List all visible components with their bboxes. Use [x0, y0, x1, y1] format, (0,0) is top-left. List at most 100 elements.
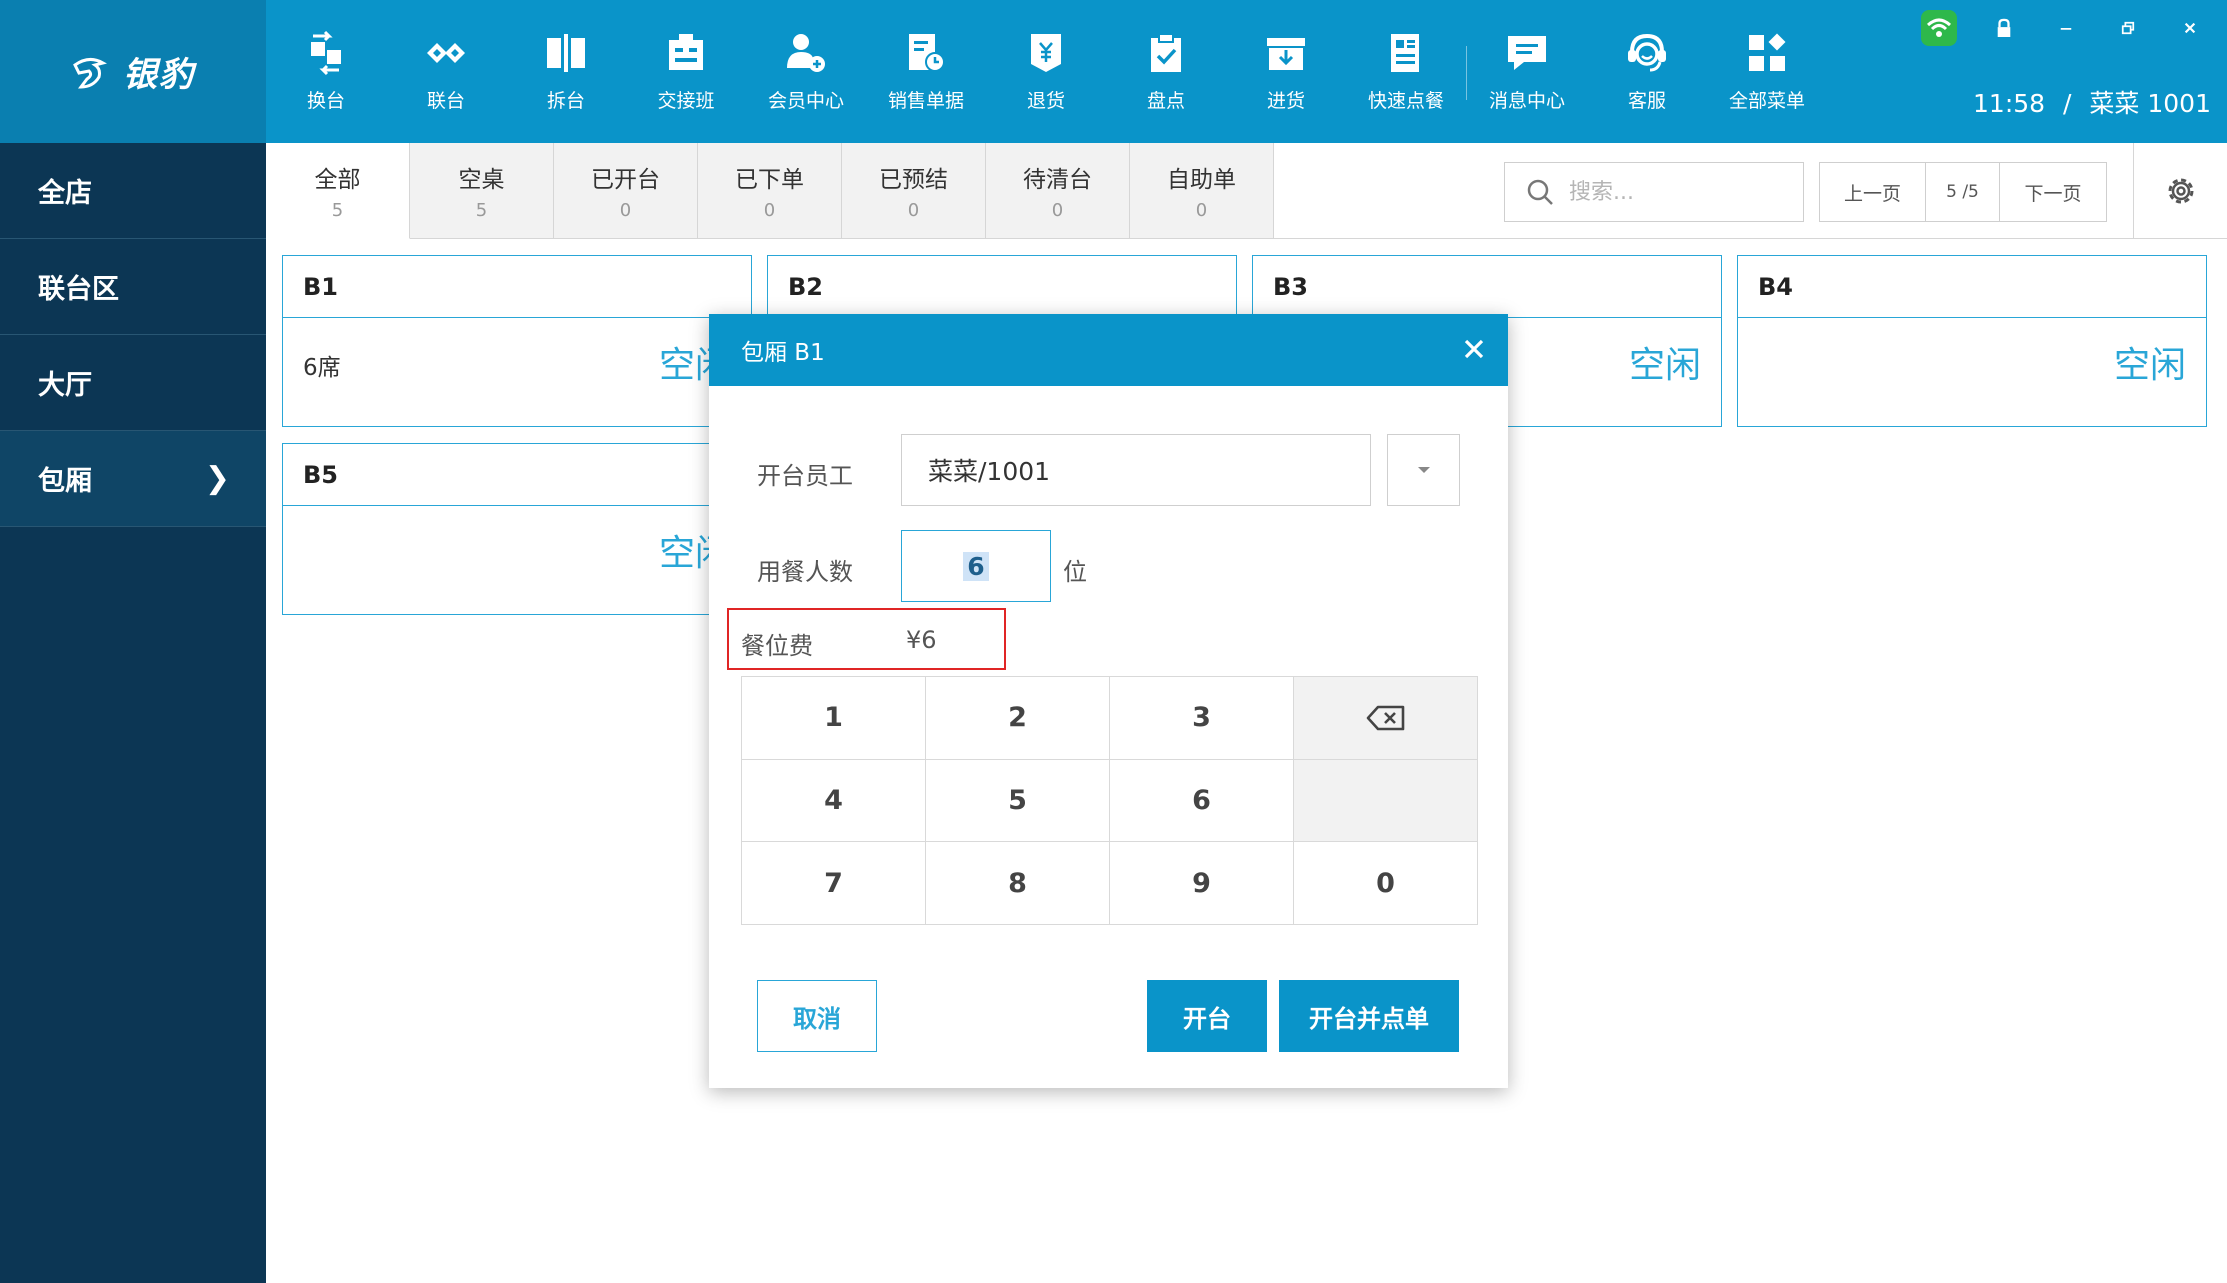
tool-label: 交接班 [657, 90, 715, 112]
sidebar-item-private-room[interactable]: 包厢 ❯ [0, 431, 266, 527]
tab-to-clear[interactable]: 待清台 0 [986, 143, 1130, 239]
restore-icon [2121, 21, 2135, 35]
message-center-button[interactable]: 消息中心 [1467, 0, 1587, 143]
tool-label: 盘点 [1146, 90, 1185, 112]
tab-count: 0 [907, 200, 920, 221]
shift-handover-button[interactable]: 交接班 [626, 0, 746, 143]
table-search [1504, 162, 1804, 222]
tool-label: 消息中心 [1488, 90, 1565, 112]
close-icon [1464, 339, 1484, 359]
key-9[interactable]: 9 [1110, 842, 1294, 925]
backspace-key[interactable] [1294, 677, 1478, 760]
dialog-close-button[interactable] [1462, 333, 1486, 367]
restore-button[interactable] [2113, 13, 2143, 43]
caret-down-icon [1417, 467, 1430, 473]
sidebar-item-linked-area[interactable]: 联台区 [0, 239, 266, 335]
table-card-body: 空闲 [283, 506, 751, 614]
table-name: B5 [283, 444, 751, 506]
stock-in-button[interactable]: 进货 [1226, 0, 1346, 143]
prev-page-button[interactable]: 上一页 [1820, 163, 1926, 221]
key-1[interactable]: 1 [742, 677, 926, 760]
key-5[interactable]: 5 [926, 759, 1110, 843]
top-bar: 银豹 换台 联台 拆台 交接班 会员中心 销售单据 退货 盘点 进货 快速点餐 … [0, 0, 2227, 143]
staff-dropdown-button[interactable] [1387, 434, 1460, 506]
sidebar-item-whole-store[interactable]: 全店 [0, 143, 266, 239]
customer-service-button[interactable]: 客服 [1587, 0, 1707, 143]
quick-order-button[interactable]: 快速点餐 [1346, 0, 1466, 143]
sales-receipt-button[interactable]: 销售单据 [866, 0, 986, 143]
return-goods-button[interactable]: 退货 [986, 0, 1106, 143]
guest-count-value: 6 [963, 551, 989, 581]
open-table-button[interactable]: 开台 [1147, 980, 1267, 1052]
tab-label: 已开台 [591, 167, 660, 193]
tab-prebilled[interactable]: 已预结 0 [842, 143, 986, 239]
cancel-button[interactable]: 取消 [757, 980, 877, 1052]
current-user: 菜菜 1001 [2089, 89, 2211, 118]
tab-count: 0 [1195, 200, 1208, 221]
tool-label: 进货 [1266, 90, 1305, 112]
message-center-icon [1508, 36, 1546, 70]
table-name: B3 [1253, 256, 1721, 318]
split-table-icon [547, 34, 585, 72]
status-filter-tabs: 全部 5 空桌 5 已开台 0 已下单 0 已预结 0 待清台 0 自助单 0 [266, 143, 1274, 239]
shift-handover-icon [669, 34, 703, 70]
inventory-check-button[interactable]: 盘点 [1106, 0, 1226, 143]
area-sidebar: 全店 联台区 大厅 包厢 ❯ [0, 143, 266, 1283]
guests-label: 用餐人数 [757, 558, 853, 586]
open-and-order-button[interactable]: 开台并点单 [1279, 980, 1459, 1052]
search-input[interactable] [1569, 179, 1789, 205]
tab-empty[interactable]: 空桌 5 [410, 143, 554, 239]
table-card-b1[interactable]: B1 6席 空闲 [282, 255, 752, 427]
swap-table-button[interactable]: 换台 [266, 0, 386, 143]
table-name: B2 [768, 256, 1236, 318]
tab-label: 全部 [314, 167, 361, 193]
swap-table-icon [311, 30, 341, 76]
all-menu-button[interactable]: 全部菜单 [1707, 0, 1827, 143]
guest-unit: 位 [1063, 558, 1087, 586]
tab-ordered[interactable]: 已下单 0 [698, 143, 842, 239]
key-4[interactable]: 4 [742, 759, 926, 843]
blank-key [1294, 759, 1478, 843]
staff-field[interactable]: 菜菜/1001 [901, 434, 1371, 506]
table-card-b4[interactable]: B4 空闲 [1737, 255, 2207, 427]
chevron-right-icon: ❯ [204, 461, 230, 496]
customer-service-icon [1628, 33, 1666, 72]
search-icon [1527, 179, 1553, 205]
settings-button[interactable] [2133, 143, 2227, 239]
tab-label: 待清台 [1023, 167, 1092, 193]
wifi-status[interactable] [1921, 10, 1957, 46]
close-window-button[interactable] [2175, 13, 2205, 43]
table-seats: 6席 [303, 355, 341, 381]
tab-self-service[interactable]: 自助单 0 [1130, 143, 1274, 239]
link-tables-button[interactable]: 联台 [386, 0, 506, 143]
minimize-button[interactable] [2051, 13, 2081, 43]
staff-value: 菜菜/1001 [928, 457, 1051, 486]
sidebar-item-hall[interactable]: 大厅 [0, 335, 266, 431]
lock-button[interactable] [1989, 13, 2019, 43]
next-page-button[interactable]: 下一页 [2000, 163, 2106, 221]
key-6[interactable]: 6 [1110, 759, 1294, 843]
time-user-display: 11:58 / 菜菜 1001 [1973, 84, 2211, 120]
stock-in-icon [1267, 38, 1305, 70]
sidebar-item-label: 包厢 [38, 466, 92, 497]
sidebar-item-label: 联台区 [38, 274, 119, 305]
member-center-button[interactable]: 会员中心 [746, 0, 866, 143]
key-3[interactable]: 3 [1110, 677, 1294, 760]
key-0[interactable]: 0 [1294, 842, 1478, 925]
key-2[interactable]: 2 [926, 677, 1110, 760]
tool-label: 销售单据 [887, 90, 964, 112]
numeric-keypad: 1 2 3 4 5 6 7 8 9 0 [741, 676, 1478, 925]
table-card-b5[interactable]: B5 空闲 [282, 443, 752, 615]
sidebar-item-label: 大厅 [38, 370, 92, 401]
guest-count-input[interactable]: 6 [901, 530, 1051, 602]
tab-opened[interactable]: 已开台 0 [554, 143, 698, 239]
sidebar-item-label: 全店 [38, 178, 92, 209]
split-table-button[interactable]: 拆台 [506, 0, 626, 143]
wifi-icon [1926, 18, 1952, 37]
key-7[interactable]: 7 [742, 842, 926, 925]
gear-icon [2168, 178, 2193, 204]
key-8[interactable]: 8 [926, 842, 1110, 925]
tab-all[interactable]: 全部 5 [266, 143, 410, 239]
main-toolbar: 换台 联台 拆台 交接班 会员中心 销售单据 退货 盘点 进货 快速点餐 消息中… [266, 0, 1827, 143]
tab-count: 0 [619, 200, 632, 221]
